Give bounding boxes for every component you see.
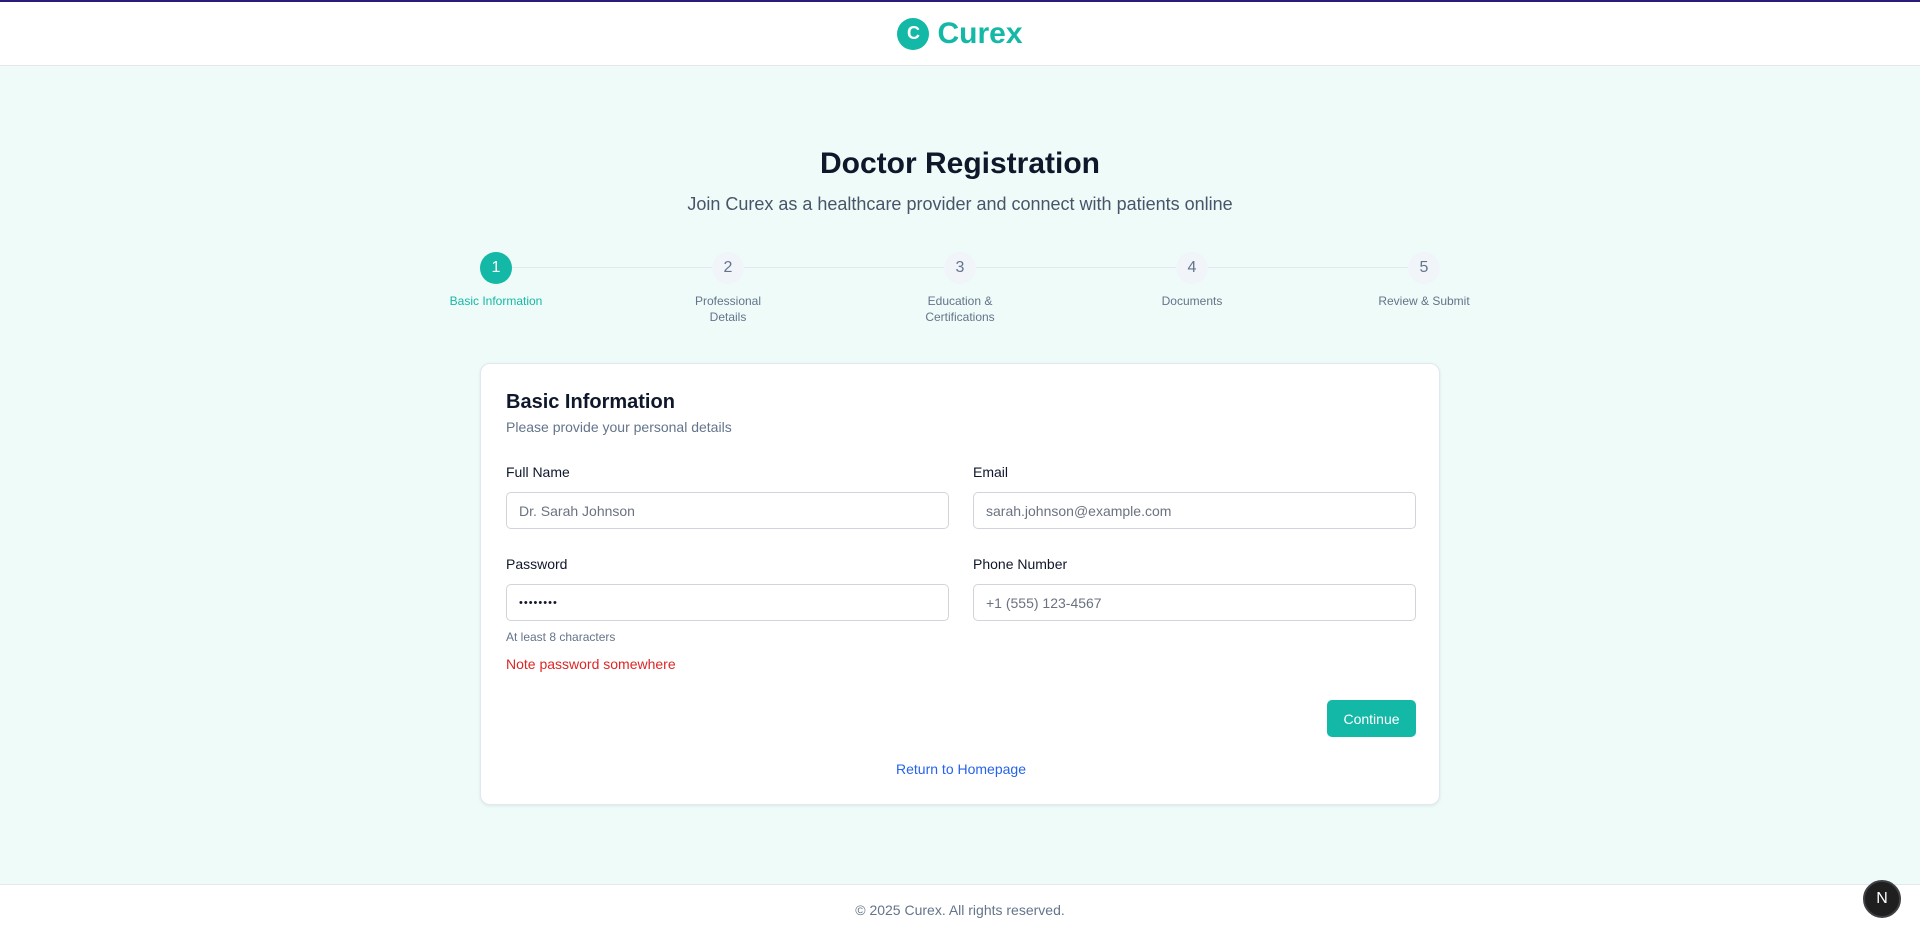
step-education-certifications: 3 Education & Certifications	[900, 252, 1020, 325]
dev-tools-badge[interactable]: N	[1863, 880, 1901, 918]
full-name-label: Full Name	[506, 464, 570, 480]
page-subtitle: Join Curex as a healthcare provider and …	[687, 194, 1233, 214]
phone-label: Phone Number	[973, 556, 1068, 572]
step-basic-information: 1 Basic Information	[436, 252, 556, 309]
password-hint: At least 8 characters	[506, 630, 616, 644]
step-label: Review & Submit	[1378, 294, 1470, 308]
logo-icon: C	[897, 17, 930, 50]
step-documents: 4 Documents	[1132, 252, 1252, 309]
return-home-link[interactable]: Return to Homepage	[481, 761, 1441, 777]
step-number: 1	[480, 252, 512, 284]
step-number: 3	[944, 252, 976, 284]
step-label: Professional Details	[694, 294, 762, 324]
phone-input[interactable]	[973, 584, 1416, 621]
registration-form-card: Basic Information Please provide your pe…	[480, 363, 1440, 805]
page-title: Doctor Registration	[819, 147, 1101, 180]
brand-logo[interactable]: C Curex	[897, 16, 1023, 51]
password-label: Password	[506, 556, 568, 572]
password-input[interactable]	[506, 584, 949, 621]
step-number: 5	[1408, 252, 1440, 284]
form-title: Basic Information	[506, 391, 675, 413]
step-review-submit: 5 Review & Submit	[1364, 252, 1484, 309]
step-number: 2	[712, 252, 744, 284]
email-input[interactable]	[973, 492, 1416, 529]
site-header: C Curex	[0, 2, 1920, 66]
registration-stepper: 1 Basic Information 2 Professional Detai…	[0, 252, 1920, 327]
full-name-input[interactable]	[506, 492, 949, 529]
step-number: 4	[1176, 252, 1208, 284]
step-label: Basic Information	[449, 294, 543, 308]
brand-name: Curex	[937, 16, 1023, 50]
email-label: Email	[973, 464, 1009, 480]
site-footer: © 2025 Curex. All rights reserved.	[0, 884, 1920, 935]
form-description: Please provide your personal details	[506, 419, 732, 435]
password-warning: Note password somewhere	[506, 656, 676, 672]
step-professional-details: 2 Professional Details	[668, 252, 788, 325]
continue-button[interactable]: Continue	[1327, 700, 1416, 737]
n-logo-icon: N	[1876, 890, 1888, 907]
copyright-text: © 2025 Curex. All rights reserved.	[855, 902, 1065, 918]
step-label: Education & Certifications	[925, 294, 995, 324]
step-label: Documents	[1161, 294, 1223, 308]
